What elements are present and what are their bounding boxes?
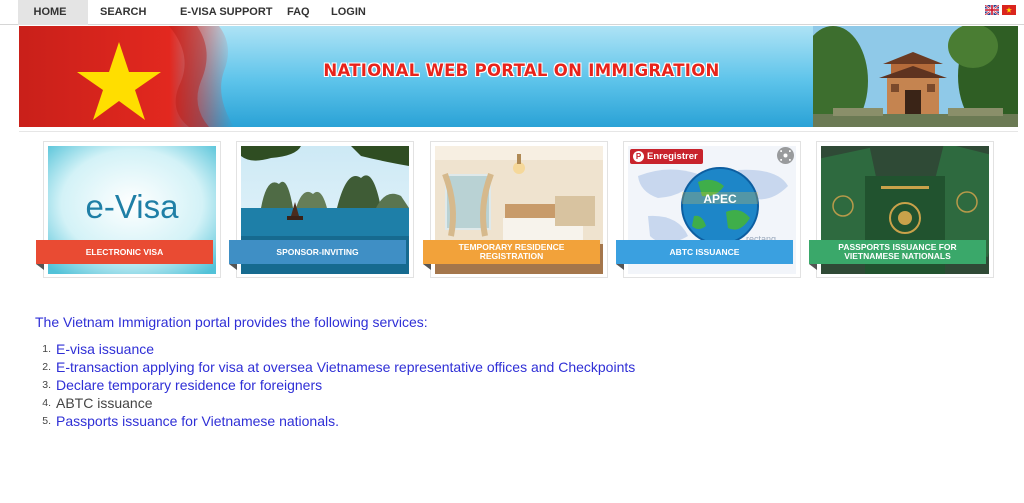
service-card-label: ABTC ISSUANCE	[616, 240, 793, 270]
service-card-temporary-residence[interactable]: TEMPORARY RESIDENCE REGISTRATION	[423, 141, 608, 278]
nav-faq[interactable]: FAQ	[287, 0, 310, 25]
service-card-electronic-visa[interactable]: e-Visa ELECTRONIC VISA	[36, 141, 221, 278]
uk-flag-icon[interactable]	[985, 5, 999, 15]
services-intro-text: The Vietnam Immigration portal provides …	[35, 314, 428, 330]
service-link-e-transaction[interactable]: E-transaction applying for visa at overs…	[56, 358, 635, 376]
pinterest-icon: P	[633, 151, 644, 162]
svg-text:e-Visa: e-Visa	[86, 188, 180, 225]
service-link-e-visa-issuance[interactable]: E-visa issuance	[56, 340, 154, 358]
service-card-label: PASSPORTS ISSUANCE FOR VIETNAMESE NATION…	[809, 240, 986, 270]
banner-title: NATIONAL WEB PORTAL ON IMMIGRATION	[323, 61, 720, 80]
service-text-abtc-issuance: ABTC issuance	[56, 395, 153, 411]
nav-search[interactable]: SEARCH	[100, 0, 146, 25]
temple-of-literature-image	[813, 26, 1018, 127]
pinterest-save-button[interactable]: P Enregistrer	[630, 149, 703, 164]
service-card-label: ELECTRONIC VISA	[36, 240, 213, 270]
header-banner: NATIONAL WEB PORTAL ON IMMIGRATION	[19, 26, 1018, 127]
list-item-number: 2.	[42, 361, 51, 373]
list-item-number: 1.	[42, 343, 51, 355]
service-link-declare-temporary-residence[interactable]: Declare temporary residence for foreigne…	[56, 376, 322, 394]
nav-home[interactable]: HOME	[18, 0, 88, 25]
service-card-passports-issuance[interactable]: PASSPORTS ISSUANCE FOR VIETNAMESE NATION…	[809, 141, 994, 278]
vietnam-flag-banner-image	[19, 26, 234, 127]
vietnam-flag-icon[interactable]	[1002, 5, 1016, 15]
list-item-number: 3.	[42, 379, 51, 391]
list-item[interactable]: 2. E-transaction applying for visa at ov…	[35, 358, 635, 376]
services-list: 1. E-visa issuance 2. E-transaction appl…	[35, 340, 635, 430]
svg-text:APEC: APEC	[703, 192, 737, 206]
service-link-passports-issuance[interactable]: Passports issuance for Vietnamese nation…	[56, 412, 339, 430]
nav-e-visa-support[interactable]: E-VISA SUPPORT	[180, 0, 273, 25]
visual-search-icon[interactable]	[777, 147, 794, 164]
service-card-sponsor-inviting[interactable]: SPONSOR-INVITING	[229, 141, 414, 278]
list-item-number: 4.	[42, 397, 51, 409]
top-navigation: HOME SEARCH E-VISA SUPPORT FAQ LOGIN	[0, 0, 1024, 25]
list-item[interactable]: 5. Passports issuance for Vietnamese nat…	[35, 412, 635, 430]
service-card-label: SPONSOR-INVITING	[229, 240, 406, 270]
service-card-label: TEMPORARY RESIDENCE REGISTRATION	[423, 240, 600, 270]
list-item[interactable]: 3. Declare temporary residence for forei…	[35, 376, 635, 394]
pinterest-save-label: Enregistrer	[647, 151, 698, 162]
service-card-abtc-issuance[interactable]: APEC rectang P Enregistrer ABTC ISSUANCE	[616, 141, 801, 278]
nav-login[interactable]: LOGIN	[331, 0, 366, 25]
list-item: 4. ABTC issuance	[35, 394, 635, 412]
list-item[interactable]: 1. E-visa issuance	[35, 340, 635, 358]
list-item-number: 5.	[42, 415, 51, 427]
